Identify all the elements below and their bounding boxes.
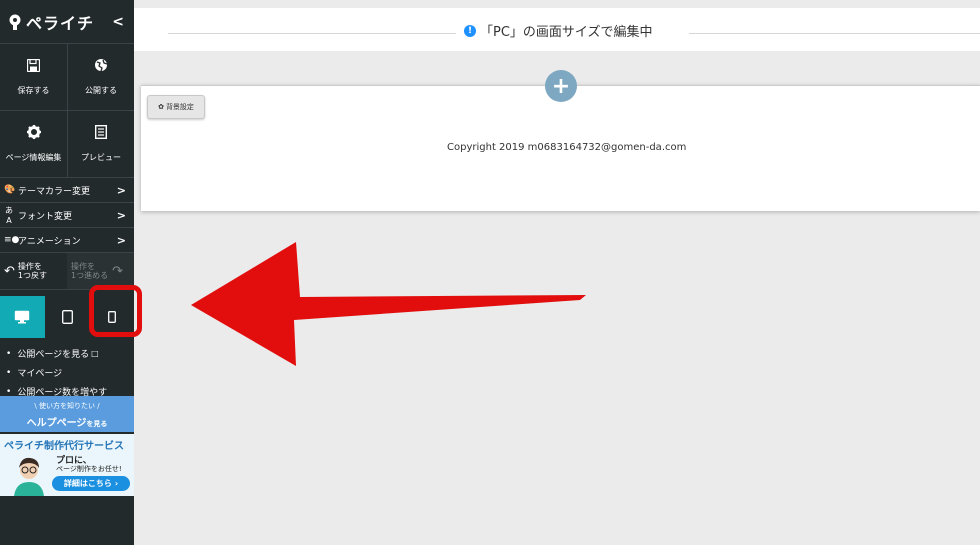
red-arrow-annotation: [191, 242, 586, 366]
highlight-box-annotation: [89, 285, 142, 337]
